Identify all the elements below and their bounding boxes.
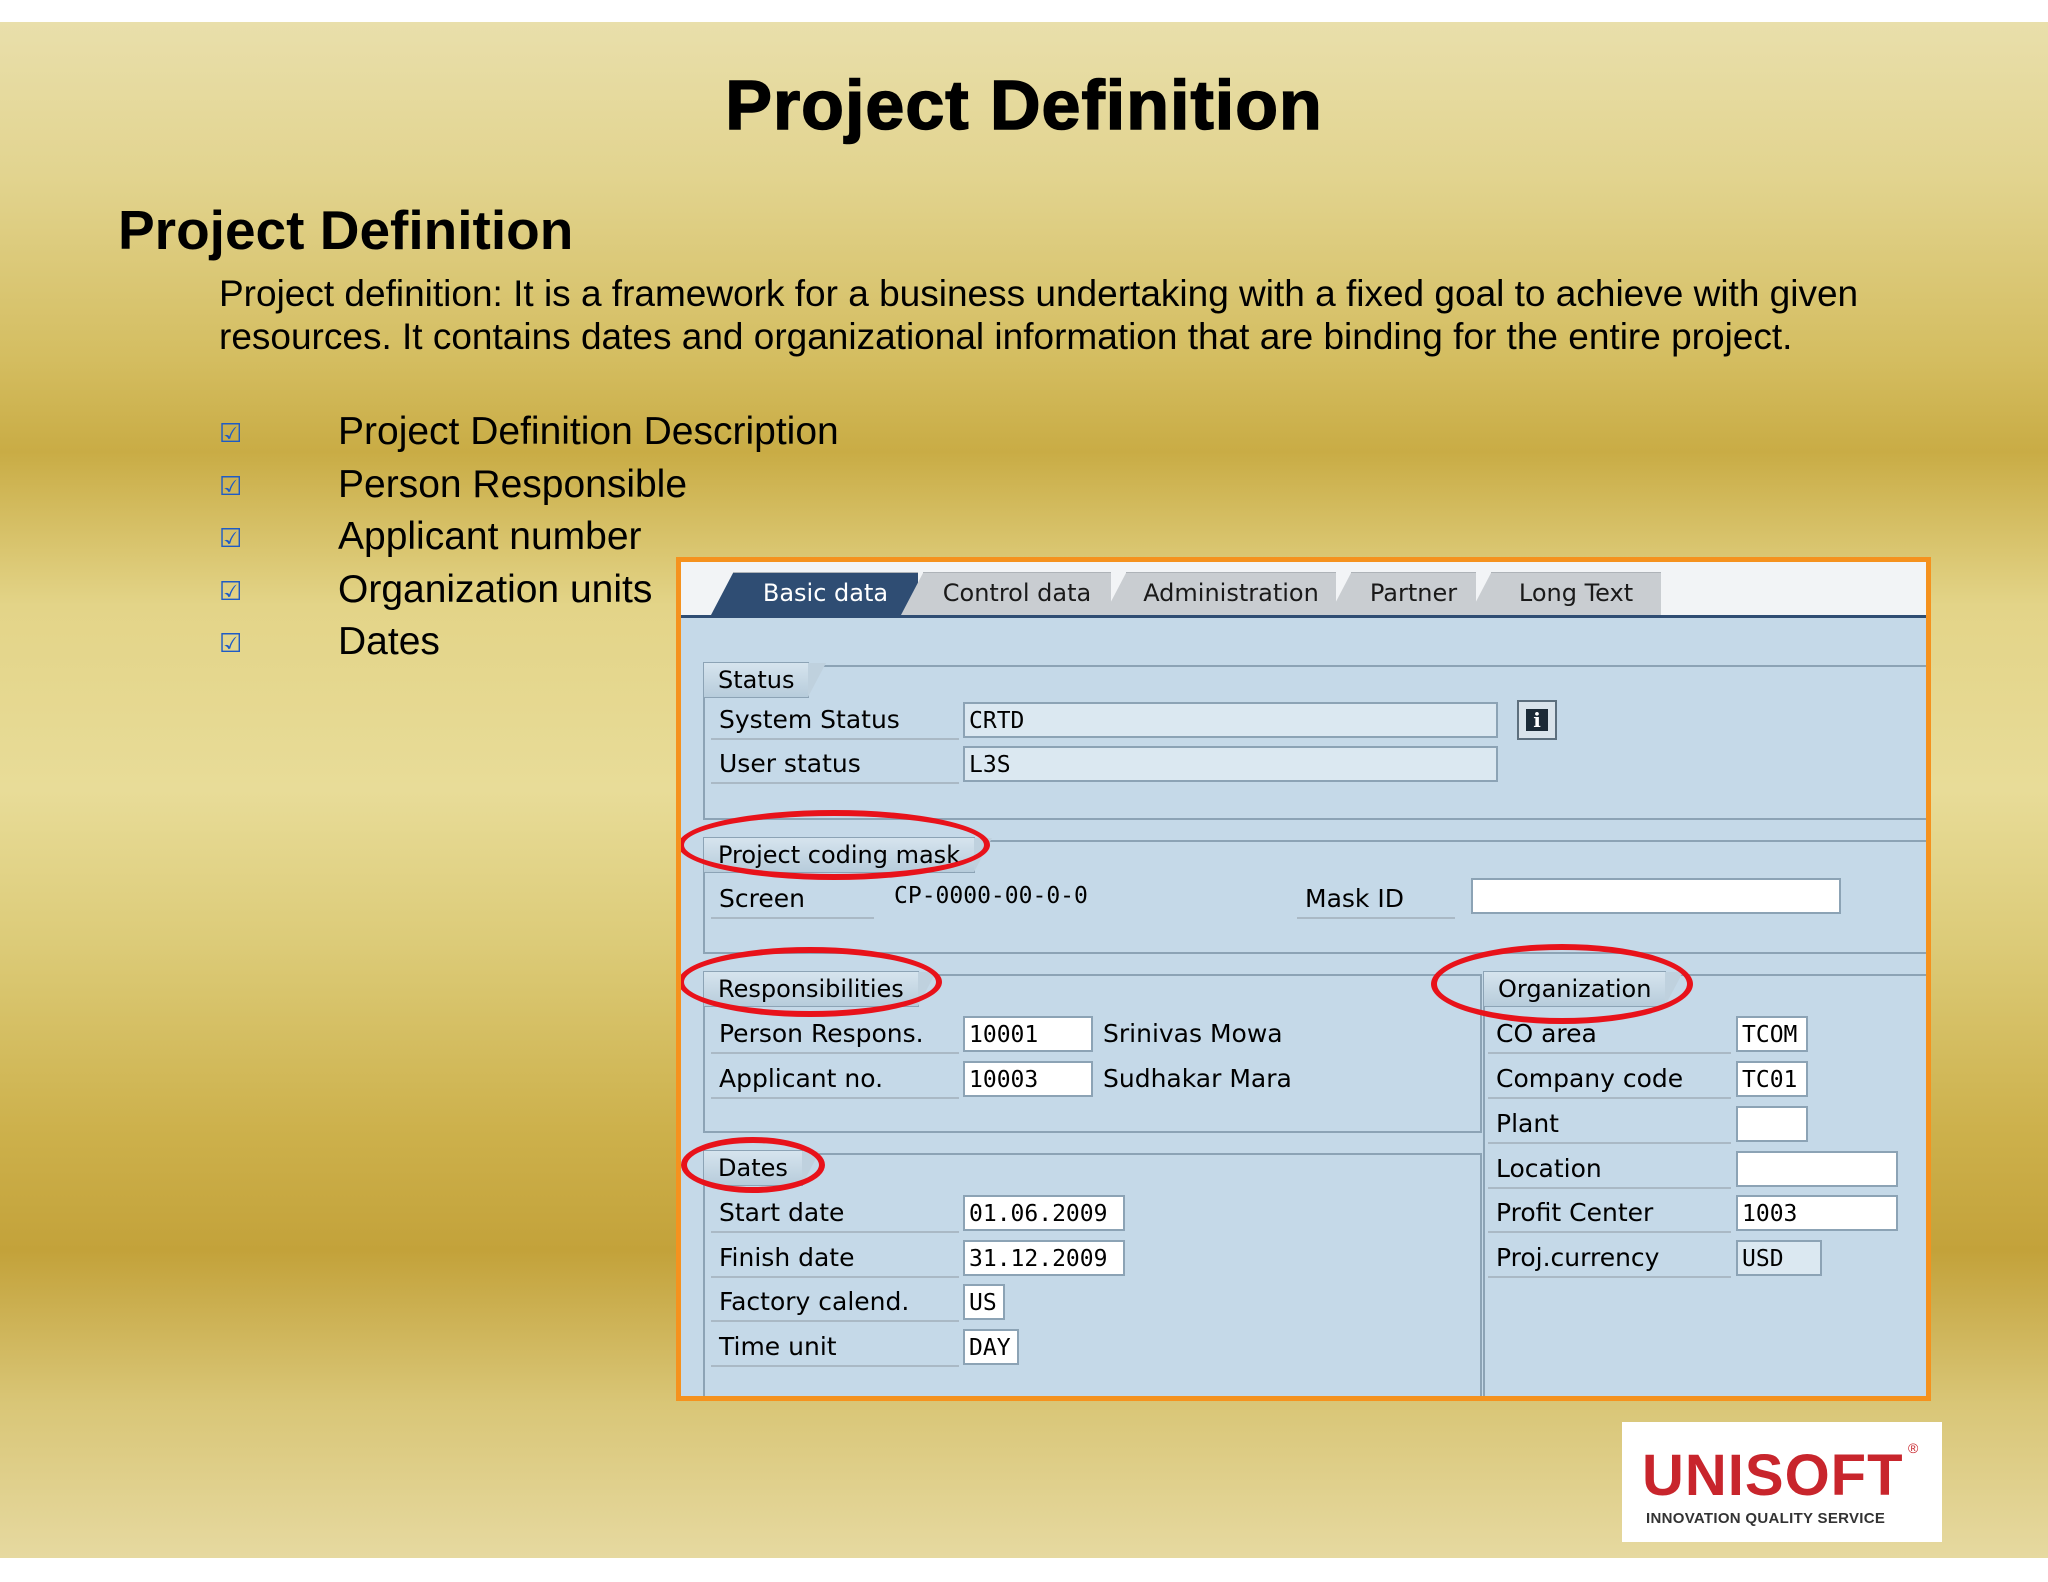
user-status-label: User status [711,746,959,784]
logo-tagline: INNOVATION QUALITY SERVICE [1646,1510,1886,1527]
mask-id-label: Mask ID [1297,881,1455,919]
bullet-text: Person Responsible [338,462,688,506]
status-info-button[interactable]: i [1517,700,1557,740]
unisoft-logo: UNISOFT ® INNOVATION QUALITY SERVICE [1622,1422,1942,1542]
user-status-field: L3S [963,746,1498,782]
highlight-ring-coding-mask [681,810,990,880]
person-responsible-label: Person Respons. [711,1016,959,1054]
tab-label: Long Text [1518,579,1634,607]
co-area-field[interactable]: TCOM [1736,1016,1808,1052]
info-icon: i [1526,709,1548,731]
mask-id-field[interactable] [1471,878,1841,914]
registered-mark: ® [1908,1440,1919,1456]
company-code-label: Company code [1488,1061,1731,1099]
finish-date-label: Finish date [711,1240,959,1278]
project-currency-label: Proj.currency [1488,1240,1731,1278]
tab-control-data[interactable]: Control data [901,572,1111,615]
tab-label: Control data [942,579,1092,607]
bullet-text: Project Definition Description [338,410,839,453]
checkbox-icon: ☑ [219,523,243,553]
slide-title: Project Definition [725,65,1323,145]
start-date-field[interactable]: 01.06.2009 [963,1195,1125,1231]
tab-administration[interactable]: Administration [1104,572,1336,615]
status-group-header: Status [703,662,828,698]
logo-wordmark: UNISOFT [1642,1443,1904,1508]
checkbox-icon: ☑ [219,575,243,606]
time-unit-label: Time unit [711,1329,959,1367]
highlight-ring-organization [1431,944,1693,1024]
status-group [703,665,1926,820]
bullet-text: Applicant number [338,515,642,558]
highlight-ring-responsibilities [681,947,942,1017]
time-unit-field[interactable]: DAY [963,1329,1019,1365]
profit-center-label: Profit Center [1488,1195,1731,1233]
checkbox-icon: ☑ [219,628,243,658]
tab-basic-data[interactable]: Basic data [711,572,918,615]
system-status-label: System Status [711,702,959,740]
factory-calendar-field[interactable]: US [963,1284,1005,1320]
sap-project-definition-screen: Basic data Control data Administration P… [676,557,1931,1401]
factory-calendar-label: Factory calend. [711,1284,959,1322]
plant-label: Plant [1488,1106,1731,1144]
screen-value: CP-0000-00-0-0 [894,883,1088,909]
bullet-text: Organization units [338,567,653,611]
company-code-field[interactable]: TC01 [1736,1061,1808,1097]
tab-long-text[interactable]: Long Text [1469,572,1661,615]
tab-underline [681,615,1926,618]
tab-label: Administration [1143,579,1319,607]
applicant-label: Applicant no. [711,1061,959,1099]
tab-strip: Basic data Control data Administration P… [681,562,1926,618]
location-field[interactable] [1736,1151,1898,1187]
location-label: Location [1488,1151,1731,1189]
highlight-ring-dates [681,1137,825,1193]
person-responsible-field[interactable]: 10001 [963,1016,1093,1052]
finish-date-field[interactable]: 31.12.2009 [963,1240,1125,1276]
start-date-label: Start date [711,1195,959,1233]
person-responsible-name: Srinivas Mowa [1103,1019,1283,1048]
applicant-field[interactable]: 10003 [963,1061,1093,1097]
applicant-name: Sudhakar Mara [1103,1064,1292,1093]
plant-field[interactable] [1736,1106,1808,1142]
project-currency-field: USD [1736,1240,1822,1276]
screen-label: Screen [711,881,874,919]
bullet-text: Dates [338,620,440,663]
definition-paragraph: Project definition: It is a framework fo… [219,273,1859,357]
checkbox-icon: ☑ [219,470,243,501]
tab-label: Basic data [762,579,889,607]
system-status-field: CRTD [963,702,1498,738]
tab-label: Partner [1369,579,1458,607]
checkbox-icon: ☑ [219,418,243,448]
profit-center-field[interactable]: 1003 [1736,1195,1898,1231]
tab-partner[interactable]: Partner [1329,572,1476,615]
section-heading: Project Definition [118,199,574,261]
